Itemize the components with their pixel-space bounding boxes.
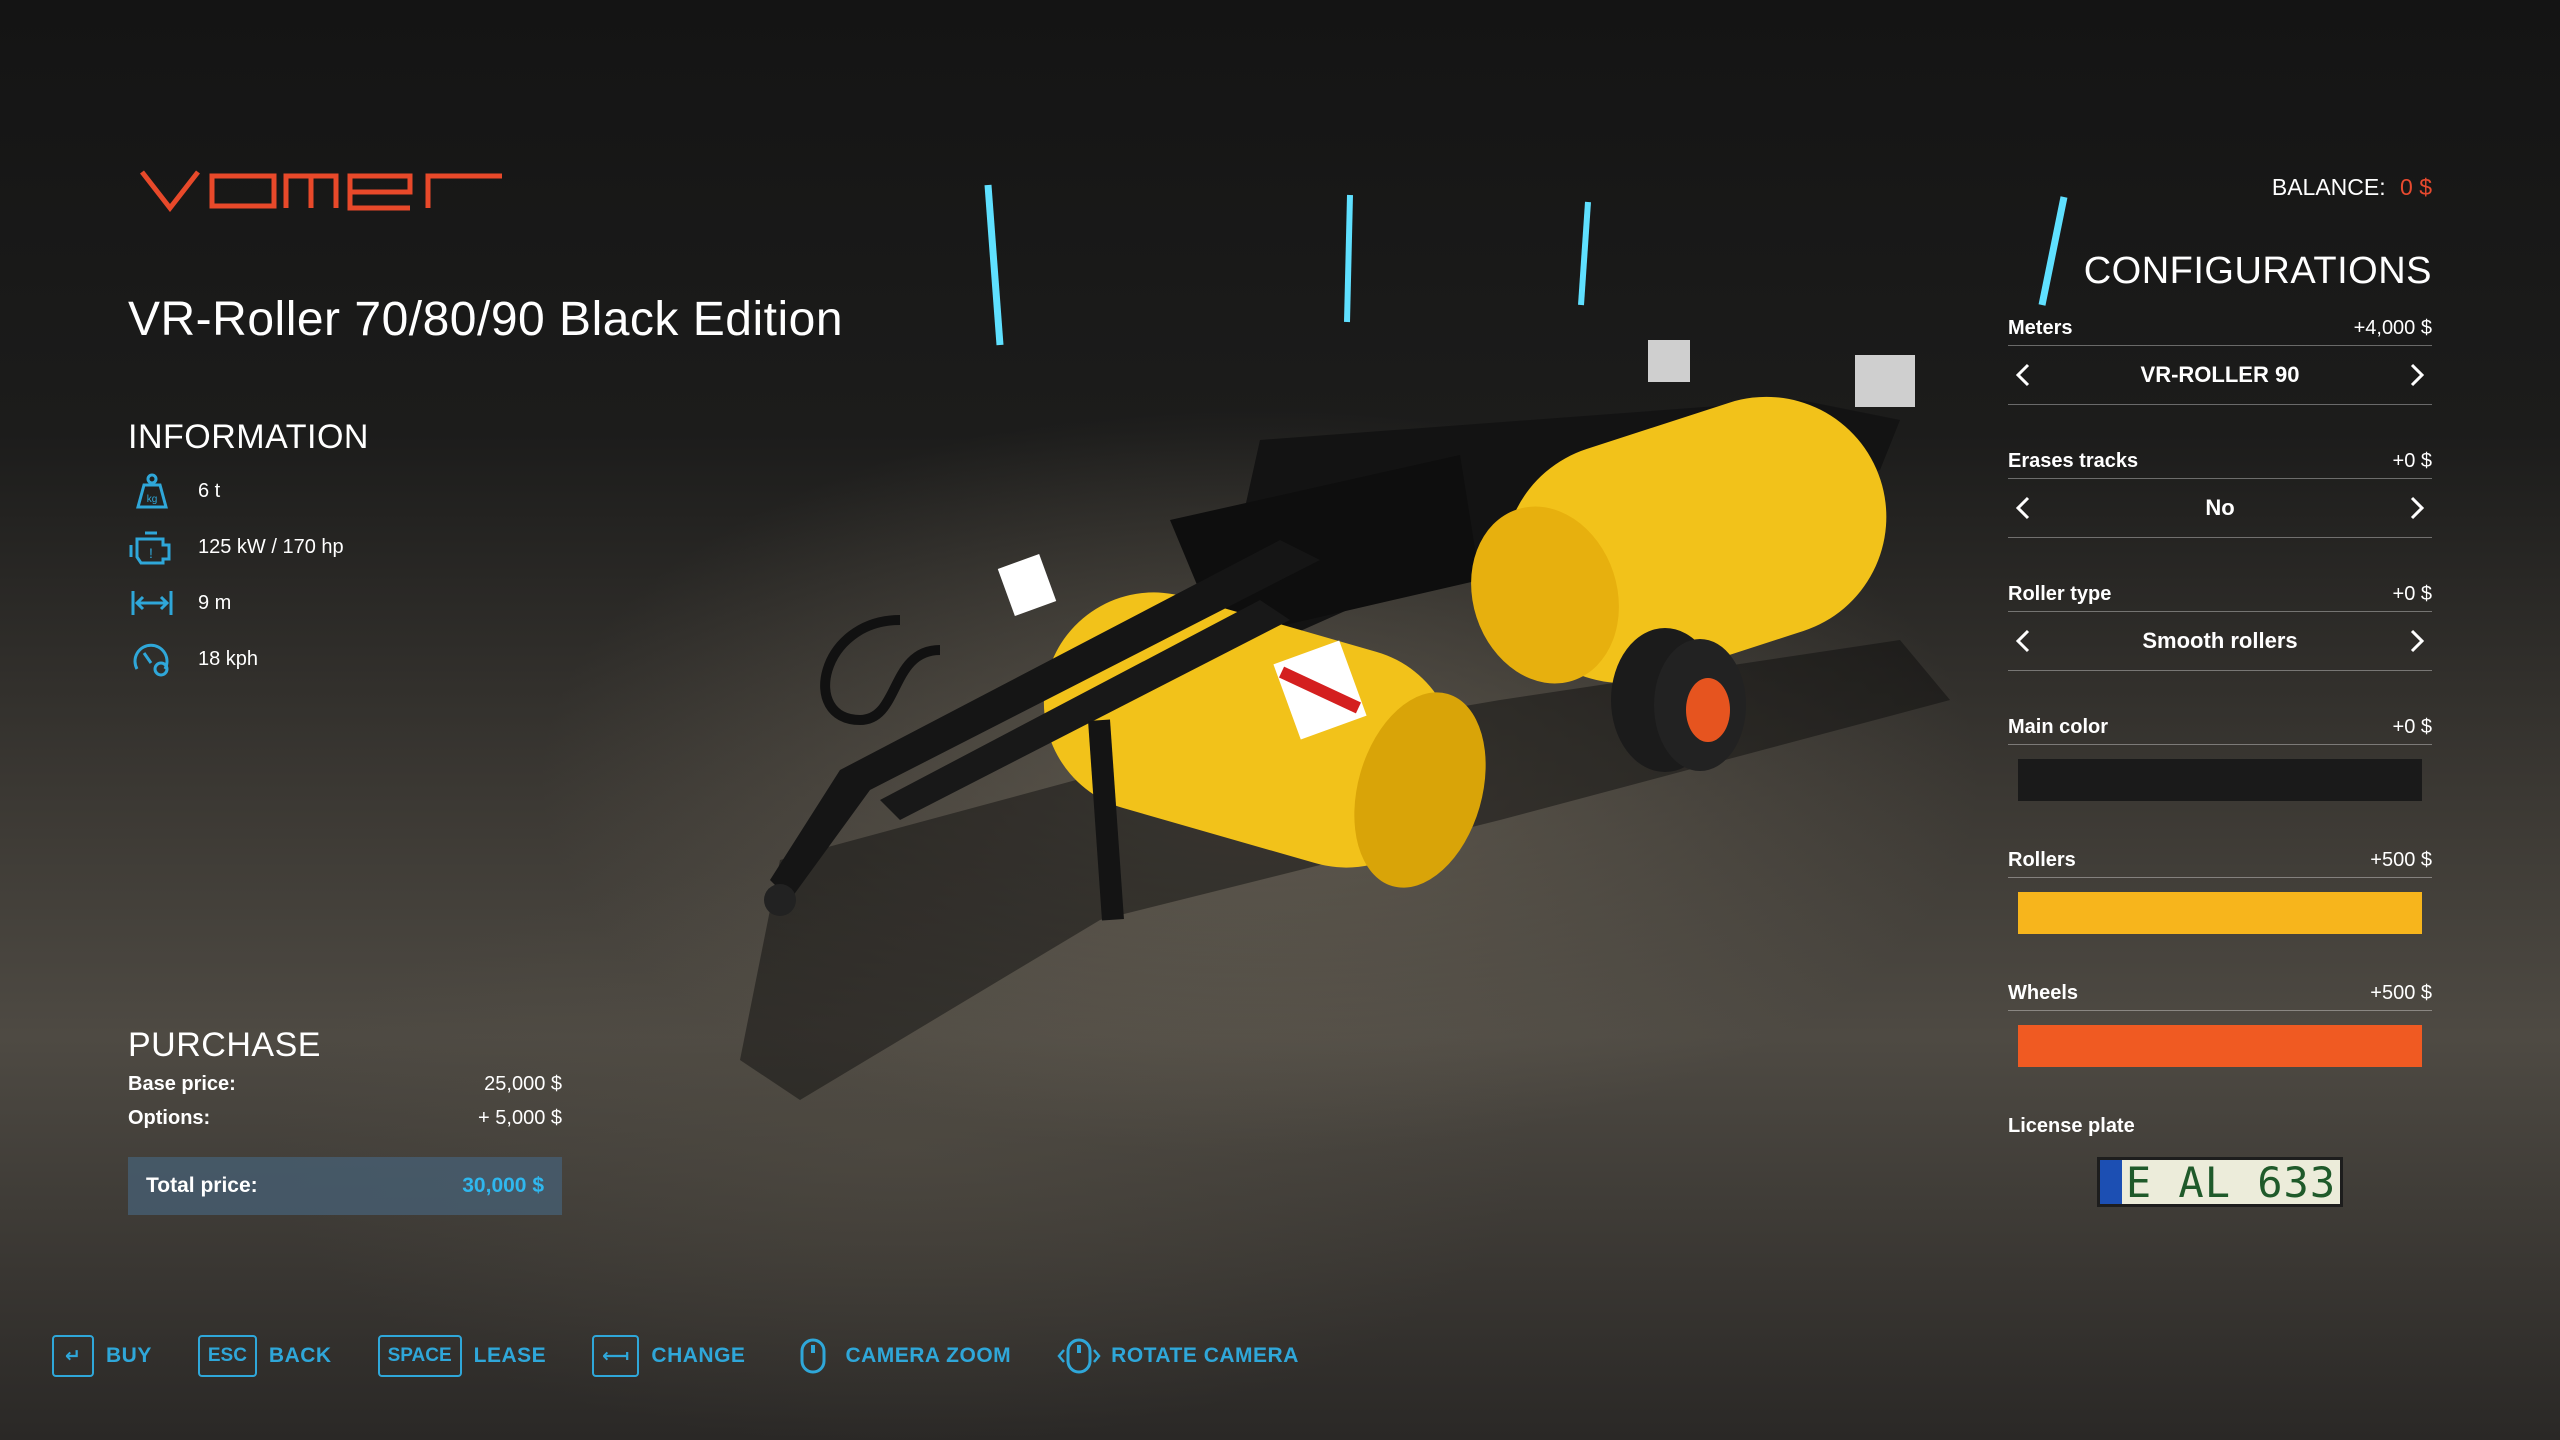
info-power-text: 125 kW / 170 hp [198,535,344,558]
config-price: +4,000 $ [2353,317,2432,339]
lease-label: LEASE [473,1344,547,1367]
chevron-right-icon[interactable] [2402,493,2432,523]
config-wheels: Wheels +500 $ [2008,980,2432,1113]
action-bar: ↵ BUY ESC BACK SPACE LEASE ⟻ CHANGE CAME… [52,1334,1345,1378]
options-price-value: + 5,000 $ [478,1107,562,1129]
information-section: INFORMATION kg 6 t ! 125 kW / 170 hp 9 m… [128,418,369,687]
width-icon [128,579,176,627]
space-key-icon: SPACE [377,1335,462,1377]
chevron-right-icon[interactable] [2402,626,2432,656]
config-price: +0 $ [2392,450,2432,472]
base-price-value: 25,000 $ [484,1073,562,1095]
svg-text:!: ! [149,545,153,561]
buy-label: BUY [106,1344,152,1367]
purchase-section: PURCHASE Base price: 25,000 $ Options: +… [128,1026,562,1215]
lease-button[interactable]: SPACE LEASE [377,1335,547,1377]
total-price-label: Total price: [146,1174,258,1197]
config-price: +500 $ [2370,982,2432,1004]
config-name: Wheels [2008,982,2079,1004]
options-price-label: Options: [128,1107,211,1129]
chevron-left-icon[interactable] [2008,626,2038,656]
config-name: Meters [2008,317,2073,339]
info-width-text: 9 m [198,591,232,614]
neon-light [1578,201,1591,306]
config-name: Main color [2008,716,2109,738]
mouse-drag-icon [1057,1334,1101,1378]
wheels-color-swatch[interactable] [2018,1025,2422,1067]
info-row-weight: kg 6 t [128,463,369,519]
config-name: Roller type [2008,583,2112,605]
options-price-row: Options: + 5,000 $ [128,1107,562,1135]
rollers-color-swatch[interactable] [2018,892,2422,934]
config-price: +0 $ [2392,716,2432,738]
camera-zoom-button[interactable]: CAMERA ZOOM [791,1334,1011,1378]
erases-tracks-selector[interactable]: No [2008,479,2432,538]
back-button[interactable]: ESC BACK [197,1335,332,1377]
info-weight-text: 6 t [198,479,221,502]
info-row-speed: 18 kph [128,631,369,687]
chevron-left-icon[interactable] [2008,493,2038,523]
config-erases-tracks: Erases tracks +0 $ No [2008,448,2432,581]
roller-type-selector[interactable]: Smooth rollers [2008,612,2432,671]
eu-flag-icon [2100,1160,2122,1204]
configurations-panel: CONFIGURATIONS Meters +4,000 $ VR-ROLLER … [2008,250,2432,1246]
back-label: BACK [268,1344,332,1367]
config-price: +500 $ [2370,849,2432,871]
erases-tracks-value: No [2205,495,2235,520]
balance-value: 0 $ [2400,174,2432,200]
roller-type-value: Smooth rollers [2142,628,2298,653]
engine-icon: ! [128,523,176,571]
base-price-row: Base price: 25,000 $ [128,1073,562,1101]
information-heading: INFORMATION [128,418,369,456]
weight-icon: kg [128,467,176,515]
config-name: License plate [2008,1115,2135,1137]
change-label: CHANGE [651,1344,746,1367]
config-name: Rollers [2008,849,2076,871]
config-meters: Meters +4,000 $ VR-ROLLER 90 [2008,315,2432,448]
info-row-width: 9 m [128,575,369,631]
brand-logo [140,168,520,217]
meters-value: VR-ROLLER 90 [2140,362,2300,387]
neon-light [984,184,1004,346]
vehicle-title: VR-Roller 70/80/90 Black Edition [128,293,844,346]
config-name: Erases tracks [2008,450,2139,472]
purchase-heading: PURCHASE [128,1026,321,1064]
config-price: +0 $ [2392,583,2432,605]
total-price-box: Total price: 30,000 $ [128,1157,562,1215]
total-price-value: 30,000 $ [462,1174,544,1197]
base-price-label: Base price: [128,1073,236,1095]
info-speed-text: 18 kph [198,647,259,670]
buy-button[interactable]: ↵ BUY [52,1335,152,1377]
neon-light [1344,194,1353,323]
config-rollers: Rollers +500 $ [2008,847,2432,980]
balance-label: BALANCE: [2271,174,2386,200]
speed-icon [128,635,176,683]
backspace-key-icon: ⟻ [592,1335,640,1377]
svg-text:kg: kg [147,494,158,505]
chevron-right-icon[interactable] [2402,360,2432,390]
config-main-color: Main color +0 $ [2008,714,2432,847]
license-plate-text: E AL 633 [2125,1157,2337,1207]
esc-key-icon: ESC [197,1335,257,1377]
mouse-wheel-icon [791,1334,835,1378]
configurations-heading: CONFIGURATIONS [2083,250,2432,292]
change-button[interactable]: ⟻ CHANGE [592,1335,745,1377]
meters-selector[interactable]: VR-ROLLER 90 [2008,346,2432,405]
camera-zoom-label: CAMERA ZOOM [845,1344,1012,1367]
license-plate[interactable]: E AL 633 [2097,1157,2343,1207]
balance-display: BALANCE: 0 $ [2272,174,2432,201]
chevron-left-icon[interactable] [2008,360,2038,390]
main-color-swatch[interactable] [2018,759,2422,801]
info-row-power: ! 125 kW / 170 hp [128,519,369,575]
config-license-plate: License plate E AL 633 [2008,1113,2432,1246]
rotate-camera-button[interactable]: ROTATE CAMERA [1057,1334,1299,1378]
rotate-camera-label: ROTATE CAMERA [1111,1344,1299,1367]
config-roller-type: Roller type +0 $ Smooth rollers [2008,581,2432,714]
enter-key-icon: ↵ [52,1335,94,1377]
